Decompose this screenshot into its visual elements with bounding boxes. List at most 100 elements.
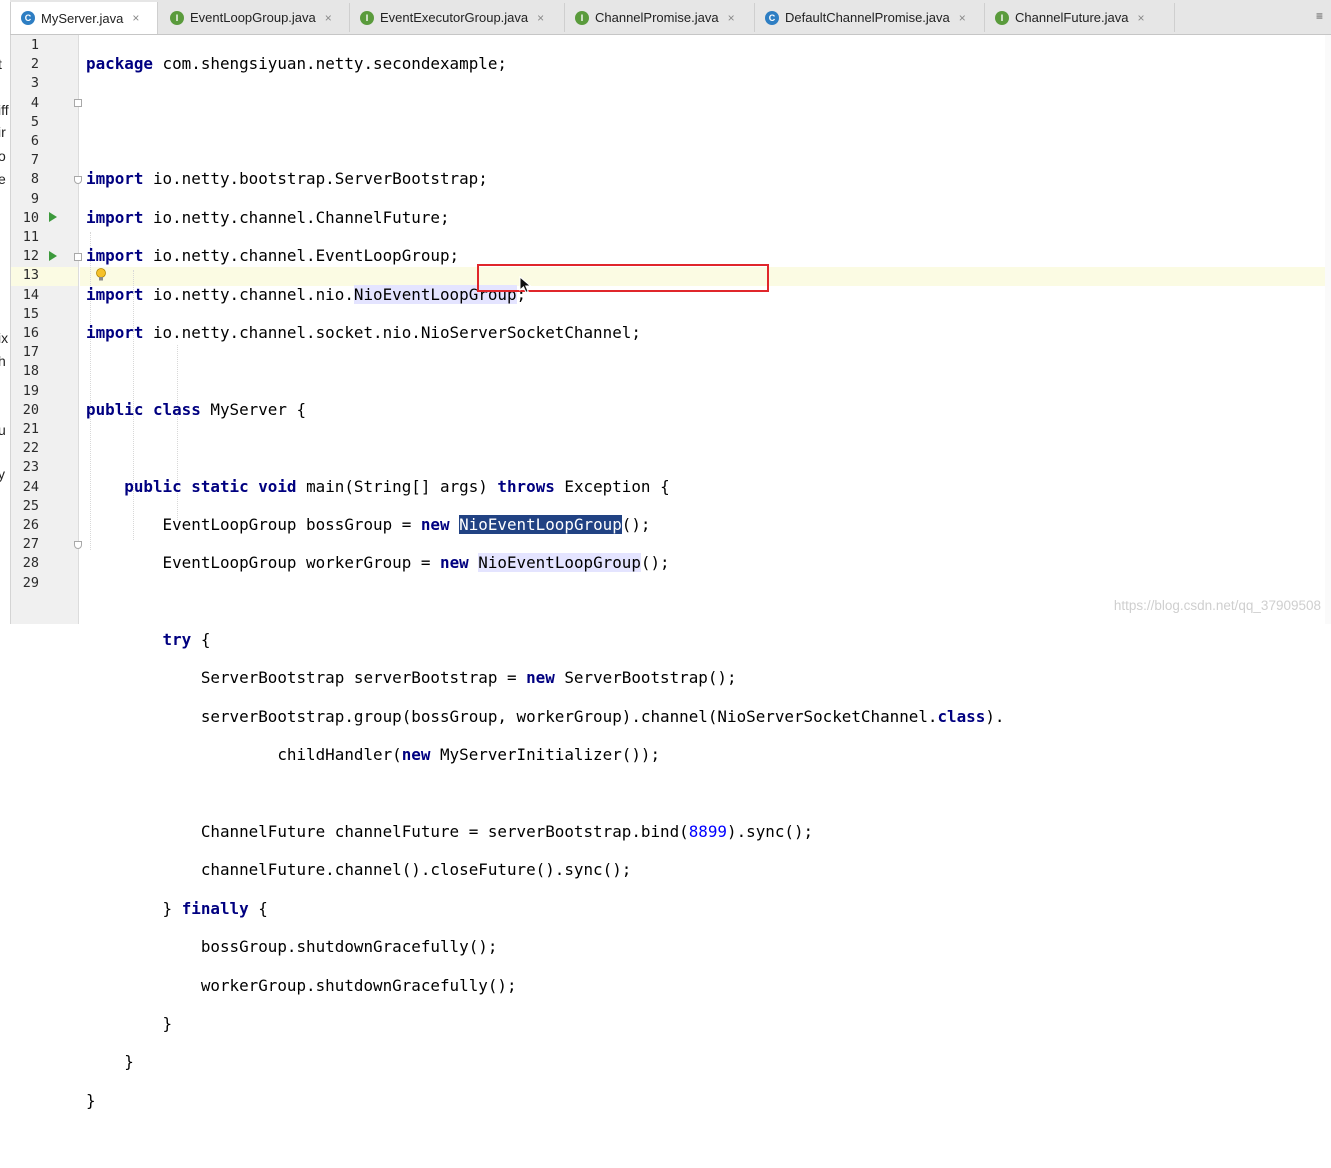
close-icon[interactable]: × [537, 11, 544, 25]
fold-icon[interactable] [74, 541, 82, 549]
line-number: 22 [22, 440, 39, 457]
close-icon[interactable]: × [325, 11, 332, 25]
watermark-text: https://blog.csdn.net/qq_37909508 [1113, 598, 1321, 613]
line-number: 19 [22, 382, 39, 399]
tab-defaultchannelpromise[interactable]: C DefaultChannelPromise.java × [755, 3, 985, 32]
class-icon: C [21, 11, 35, 25]
code-line: } finally { [86, 899, 1004, 918]
editor-scrollbar[interactable] [1325, 35, 1331, 624]
code-line: package com.shengsiyuan.netty.secondexam… [86, 54, 1004, 73]
run-icon[interactable] [49, 251, 57, 261]
line-number: 18 [22, 363, 39, 380]
code-line: import io.netty.channel.EventLoopGroup; [86, 246, 1004, 265]
line-number: 8 [30, 171, 39, 188]
keyword: package [86, 54, 153, 74]
code-text: ServerBootstrap serverBootstrap = [200, 668, 527, 688]
line-number: 11 [22, 229, 39, 245]
keyword: import [86, 169, 144, 189]
code-line: public class MyServer { [86, 400, 1004, 419]
tab-myserver[interactable]: C MyServer.java × [10, 2, 158, 34]
code-line: } [86, 1014, 1004, 1033]
selected-text[interactable]: NioEventLoopGroup [459, 514, 622, 534]
code-text: { [191, 630, 211, 650]
keyword: new [526, 668, 555, 688]
code-text: (); [621, 514, 651, 534]
code-line: } [86, 1091, 1004, 1110]
code-line: ChannelFuture channelFuture = serverBoot… [86, 822, 1004, 841]
interface-icon: I [360, 10, 374, 25]
mouse-pointer-icon [519, 276, 532, 294]
code-line: channelFuture.channel().closeFuture().sy… [86, 860, 1004, 879]
line-number: 24 [22, 478, 39, 495]
project-panel-edge: t iff ir o e ix h u y [0, 0, 11, 624]
line-number: 16 [22, 325, 39, 341]
code-text: EventLoopGroup workerGroup = [162, 553, 440, 573]
tab-overflow-icon[interactable]: ≡ [1316, 9, 1323, 23]
code-text: EventLoopGroup bossGroup = [162, 514, 421, 534]
line-number: 4 [30, 94, 39, 111]
code-text: io.netty.channel.socket.nio.NioServerSoc… [143, 322, 641, 342]
keyword: new [420, 514, 450, 534]
number-literal: 8899 [688, 822, 728, 842]
tab-channelfuture[interactable]: I ChannelFuture.java × [985, 3, 1175, 32]
tab-channelpromise[interactable]: I ChannelPromise.java × [565, 3, 755, 32]
source-code[interactable]: package com.shengsiyuan.netty.secondexam… [86, 35, 1004, 1168]
tab-label: DefaultChannelPromise.java [785, 10, 950, 25]
code-text: } [162, 898, 182, 918]
code-text: Exception { [554, 476, 670, 496]
line-number: 12 [22, 248, 39, 265]
keyword: try [162, 630, 192, 650]
tab-eventloopgroup[interactable]: I EventLoopGroup.java × [160, 3, 350, 32]
close-icon[interactable]: × [728, 11, 735, 25]
keyword: throws [497, 476, 555, 496]
code-text: bossGroup.shutdownGracefully(); [200, 937, 498, 957]
code-text: ChannelFuture channelFuture = serverBoot… [200, 822, 689, 842]
code-text: com.shengsiyuan.netty.secondexample; [152, 54, 507, 74]
line-number: 2 [30, 56, 39, 73]
interface-icon: I [575, 10, 589, 25]
tab-label: ChannelFuture.java [1015, 10, 1129, 25]
panel-fragment: y [0, 466, 5, 482]
code-line: } [86, 1052, 1004, 1071]
panel-fragment: iff [0, 102, 9, 118]
close-icon[interactable]: × [132, 11, 139, 25]
fold-icon[interactable] [74, 176, 82, 184]
keyword: public class [86, 399, 201, 419]
code-line: import io.netty.bootstrap.ServerBootstra… [86, 169, 1004, 188]
fold-icon[interactable] [74, 99, 82, 107]
line-number: 13 [22, 267, 39, 284]
code-line: ServerBootstrap serverBootstrap = new Se… [86, 668, 1004, 687]
panel-fragment: e [0, 171, 6, 187]
code-text: workerGroup.shutdownGracefully(); [200, 975, 517, 995]
close-icon[interactable]: × [959, 11, 966, 25]
line-number: 27 [22, 536, 39, 553]
fold-icon[interactable] [74, 253, 82, 261]
code-text: } [124, 1052, 134, 1072]
code-text: io.netty.channel.nio. [143, 284, 354, 304]
tab-eventexecutorgroup[interactable]: I EventExecutorGroup.java × [350, 3, 565, 32]
close-icon[interactable]: × [1137, 11, 1144, 25]
code-text: } [86, 1090, 96, 1110]
code-line: public static void main(String[] args) t… [86, 477, 1004, 496]
code-text: io.netty.channel.EventLoopGroup; [143, 246, 460, 266]
panel-fragment: ix [0, 330, 9, 346]
code-text: { [248, 898, 268, 918]
panel-fragment: h [0, 353, 6, 369]
code-line: serverBootstrap.group(bossGroup, workerG… [86, 707, 1005, 726]
usage-highlight: NioEventLoopGroup [478, 553, 641, 573]
tab-label: EventExecutorGroup.java [380, 10, 529, 25]
line-number: 26 [22, 517, 39, 533]
code-text: channelFuture.channel().closeFuture().sy… [200, 860, 632, 880]
line-number: 15 [22, 305, 39, 322]
code-text: } [162, 1013, 173, 1033]
line-number: 1 [30, 37, 39, 53]
keyword: new [440, 553, 469, 573]
run-icon[interactable] [49, 212, 57, 222]
tab-label: EventLoopGroup.java [190, 10, 316, 25]
code-text: childHandler( [277, 745, 402, 765]
tab-label: ChannelPromise.java [595, 10, 719, 25]
